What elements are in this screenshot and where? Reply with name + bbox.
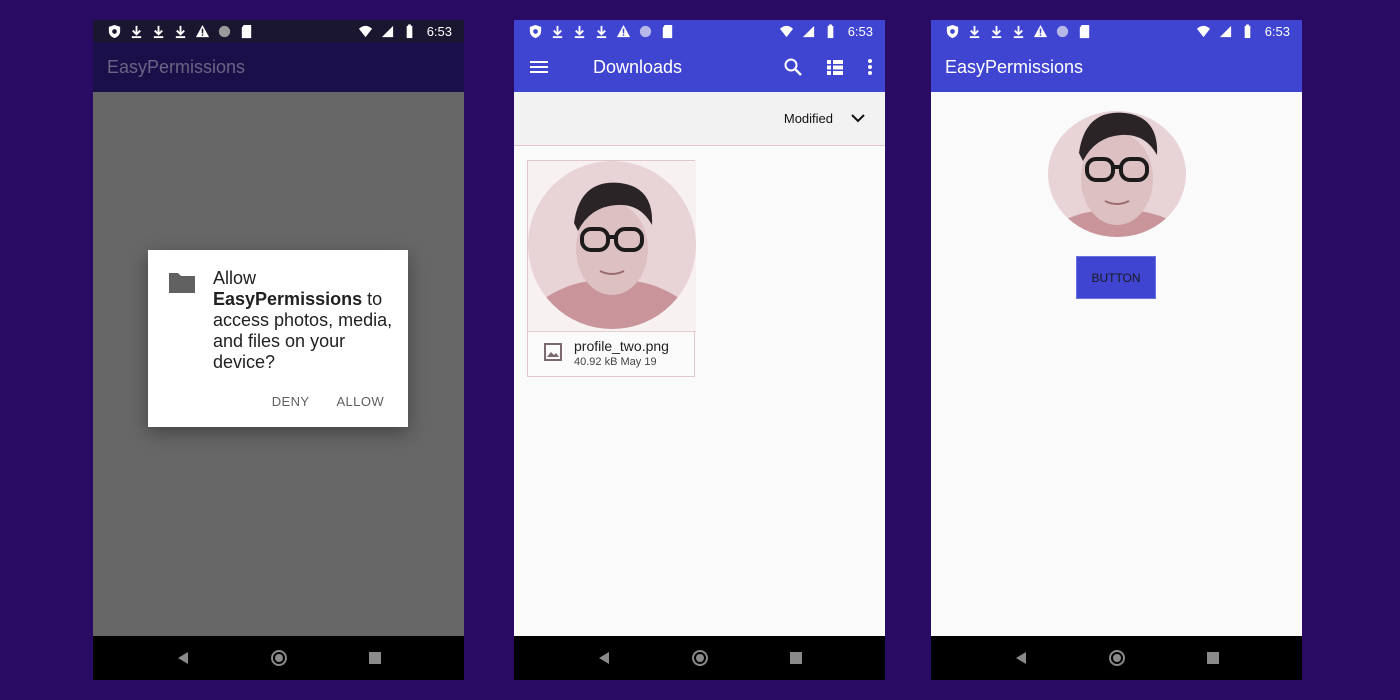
message-app-name: EasyPermissions — [213, 289, 363, 309]
folder-icon — [168, 270, 196, 294]
app-title: EasyPermissions — [107, 56, 246, 77]
app-bar: EasyPermissions — [931, 42, 1302, 92]
wifi-icon — [1196, 24, 1211, 39]
download-icon — [550, 24, 565, 39]
recents-icon[interactable] — [1206, 652, 1219, 664]
warning-icon — [616, 24, 631, 39]
battery-icon — [1240, 23, 1255, 39]
status-time: 6:53 — [1264, 23, 1290, 39]
sort-label[interactable]: Modified — [784, 111, 833, 126]
shield-icon — [945, 24, 960, 39]
circle-icon — [1055, 24, 1070, 39]
image-icon — [544, 343, 562, 361]
back-icon[interactable] — [177, 651, 189, 665]
circle-icon — [638, 24, 653, 39]
file-size: 40.92 kB — [574, 356, 618, 368]
message-rest: access photos, media, and files on your … — [213, 310, 393, 372]
nav-bar — [931, 636, 1302, 680]
warning-icon — [195, 24, 210, 39]
phone-permission-dialog: 6:53 EasyPermissions Allow EasyPermissio… — [93, 20, 464, 680]
status-time: 6:53 — [847, 23, 873, 39]
signal-icon — [380, 24, 395, 39]
file-meta: 40.92 kB May 19 — [574, 356, 657, 368]
signal-icon — [1218, 24, 1233, 39]
dimmed-content: Allow EasyPermissions to access photos, … — [93, 92, 464, 636]
circle-icon — [217, 24, 232, 39]
permission-message: Allow EasyPermissions to access photos, … — [213, 268, 398, 373]
home-icon[interactable] — [1108, 650, 1125, 666]
signal-icon — [801, 24, 816, 39]
page-title: Downloads — [593, 56, 683, 77]
menu-icon[interactable] — [528, 56, 550, 78]
battery-icon — [823, 23, 838, 39]
wifi-icon — [358, 24, 373, 39]
status-bar: 6:53 — [93, 20, 464, 42]
message-to: to — [367, 289, 383, 309]
back-icon[interactable] — [598, 651, 610, 665]
nav-bar — [93, 636, 464, 680]
file-item[interactable]: profile_two.png 40.92 kB May 19 — [527, 160, 696, 377]
shield-icon — [528, 24, 543, 39]
message-allow: Allow — [213, 268, 257, 288]
app-title: EasyPermissions — [945, 56, 1084, 77]
download-icon — [151, 24, 166, 39]
app-bar: EasyPermissions — [93, 42, 464, 92]
download-icon — [967, 24, 982, 39]
app-bar: Downloads — [514, 42, 885, 92]
home-icon[interactable] — [691, 650, 708, 666]
search-icon[interactable] — [783, 57, 803, 77]
status-bar: 6:53 — [514, 20, 885, 42]
download-icon — [173, 24, 188, 39]
permission-dialog: Allow EasyPermissions to access photos, … — [148, 250, 408, 427]
recents-icon[interactable] — [368, 652, 381, 664]
battery-icon — [402, 23, 417, 39]
main-button[interactable]: BUTTON — [1076, 256, 1156, 299]
file-thumbnail — [528, 161, 696, 332]
file-date: May 19 — [620, 356, 657, 368]
nav-bar — [514, 636, 885, 680]
recents-icon[interactable] — [789, 652, 802, 664]
warning-icon — [1033, 24, 1048, 39]
phone-result: 6:53 EasyPermissions BUTTON — [931, 20, 1302, 680]
profile-image — [1048, 111, 1186, 237]
chevron-down-icon[interactable] — [851, 111, 865, 126]
deny-button[interactable]: DENY — [272, 394, 310, 409]
download-icon — [129, 24, 144, 39]
shield-icon — [107, 24, 122, 39]
sd-card-icon — [660, 24, 675, 39]
back-icon[interactable] — [1015, 651, 1027, 665]
sort-bar[interactable]: Modified — [514, 92, 885, 146]
download-icon — [594, 24, 609, 39]
download-icon — [572, 24, 587, 39]
home-icon[interactable] — [270, 650, 287, 666]
download-icon — [989, 24, 1004, 39]
download-icon — [1011, 24, 1026, 39]
overflow-menu-icon[interactable] — [867, 57, 873, 77]
dialog-actions: DENY ALLOW — [272, 394, 384, 409]
allow-button[interactable]: ALLOW — [336, 394, 384, 409]
sd-card-icon — [239, 24, 254, 39]
status-bar: 6:53 — [931, 20, 1302, 42]
wifi-icon — [779, 24, 794, 39]
phone-downloads: 6:53 Downloads Modified profile_two.png … — [514, 20, 885, 680]
sd-card-icon — [1077, 24, 1092, 39]
list-view-icon[interactable] — [825, 57, 845, 77]
status-time: 6:53 — [426, 23, 452, 39]
file-name: profile_two.png — [574, 338, 669, 354]
